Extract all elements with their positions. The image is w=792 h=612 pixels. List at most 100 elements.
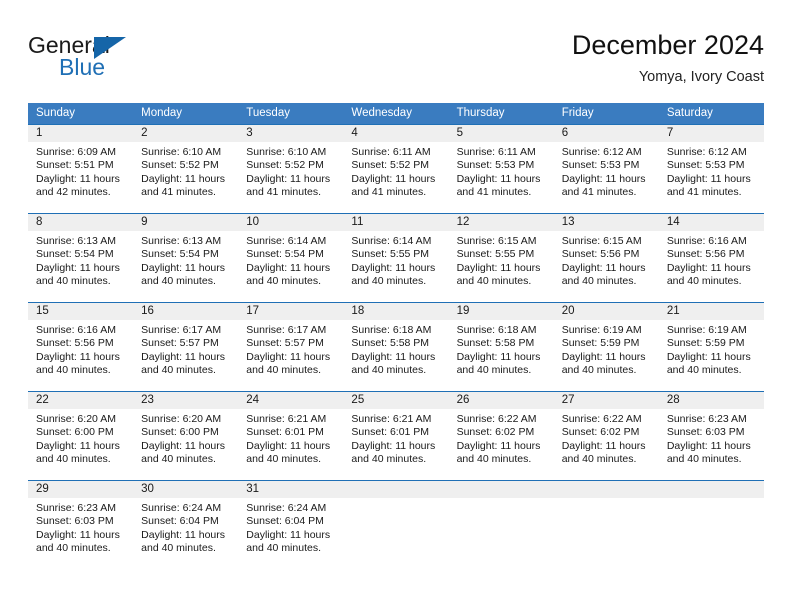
weekday-header-sunday: Sunday: [36, 107, 76, 119]
daylight-text-line1: Daylight: 11 hours: [561, 261, 646, 274]
day-number[interactable]: 8: [28, 214, 133, 231]
day-number[interactable]: 22: [28, 392, 133, 409]
day-cell[interactable]: Sunrise: 6:18 AM Sunset: 5:58 PM Dayligh…: [449, 320, 554, 391]
day-cell[interactable]: Sunrise: 6:21 AM Sunset: 6:01 PM Dayligh…: [238, 409, 343, 480]
day-cell[interactable]: Sunrise: 6:24 AM Sunset: 6:04 PM Dayligh…: [133, 498, 238, 569]
day-number[interactable]: 24: [238, 392, 343, 409]
day-number[interactable]: 26: [449, 392, 554, 409]
day-number[interactable]: 14: [659, 214, 764, 231]
daylight-text-line1: Daylight: 11 hours: [36, 439, 120, 452]
daylight-text-line2: and 40 minutes.: [666, 364, 742, 377]
day-cell[interactable]: Sunrise: 6:20 AM Sunset: 6:00 PM Dayligh…: [133, 409, 238, 480]
day-cell[interactable]: Sunrise: 6:09 AM Sunset: 5:51 PM Dayligh…: [28, 142, 133, 213]
daylight-text-line1: Daylight: 11 hours: [561, 439, 646, 452]
day-number[interactable]: 31: [238, 481, 343, 498]
daylight-text-line2: and 40 minutes.: [456, 364, 532, 377]
day-number[interactable]: 29: [28, 481, 133, 498]
day-number[interactable]: 3: [238, 125, 343, 142]
day-number[interactable]: 28: [659, 392, 764, 409]
day-number[interactable]: 7: [659, 125, 764, 142]
day-number-empty: [659, 481, 764, 498]
day-number[interactable]: 19: [449, 303, 554, 320]
day-cell[interactable]: Sunrise: 6:23 AM Sunset: 6:03 PM Dayligh…: [659, 409, 764, 480]
daylight-text-line2: and 40 minutes.: [561, 453, 637, 466]
daylight-text-line2: and 40 minutes.: [246, 453, 321, 466]
day-cell-empty: [659, 498, 764, 569]
weekday-header-saturday: Saturday: [666, 107, 713, 119]
day-number[interactable]: 16: [133, 303, 238, 320]
day-cell[interactable]: Sunrise: 6:17 AM Sunset: 5:57 PM Dayligh…: [133, 320, 238, 391]
day-cell[interactable]: Sunrise: 6:22 AM Sunset: 6:02 PM Dayligh…: [449, 409, 554, 480]
day-cell[interactable]: Sunrise: 6:12 AM Sunset: 5:53 PM Dayligh…: [554, 142, 659, 213]
day-number[interactable]: 11: [343, 214, 448, 231]
day-number[interactable]: 5: [449, 125, 554, 142]
day-cell[interactable]: Sunrise: 6:24 AM Sunset: 6:04 PM Dayligh…: [238, 498, 343, 569]
day-cell[interactable]: Sunrise: 6:13 AM Sunset: 5:54 PM Dayligh…: [133, 231, 238, 302]
sunrise-text: Sunrise: 6:18 AM: [456, 324, 537, 336]
day-number[interactable]: 12: [449, 214, 554, 231]
day-number[interactable]: 23: [133, 392, 238, 409]
day-number[interactable]: 15: [28, 303, 133, 320]
day-number[interactable]: 1: [28, 125, 133, 142]
sunrise-text: Sunrise: 6:16 AM: [666, 235, 747, 247]
day-cell[interactable]: Sunrise: 6:17 AM Sunset: 5:57 PM Dayligh…: [238, 320, 343, 391]
day-cell[interactable]: Sunrise: 6:19 AM Sunset: 5:59 PM Dayligh…: [659, 320, 764, 391]
daylight-text-line1: Daylight: 11 hours: [36, 172, 120, 185]
day-cell[interactable]: Sunrise: 6:10 AM Sunset: 5:52 PM Dayligh…: [133, 142, 238, 213]
day-cell[interactable]: Sunrise: 6:12 AM Sunset: 5:53 PM Dayligh…: [659, 142, 764, 213]
day-number[interactable]: 25: [343, 392, 448, 409]
day-number[interactable]: 20: [554, 303, 659, 320]
day-number[interactable]: 21: [659, 303, 764, 320]
day-number[interactable]: 30: [133, 481, 238, 498]
day-cell[interactable]: Sunrise: 6:19 AM Sunset: 5:59 PM Dayligh…: [554, 320, 659, 391]
sunrise-text: Sunrise: 6:15 AM: [456, 235, 537, 247]
sunrise-text: Sunrise: 6:17 AM: [141, 324, 222, 336]
day-number[interactable]: 17: [238, 303, 343, 320]
day-cell[interactable]: Sunrise: 6:20 AM Sunset: 6:00 PM Dayligh…: [28, 409, 133, 480]
sunset-text: Sunset: 5:56 PM: [561, 248, 640, 261]
calendar-grid: Sunday Monday Tuesday Wednesday Thursday…: [28, 103, 764, 569]
day-number[interactable]: 6: [554, 125, 659, 142]
day-cell[interactable]: Sunrise: 6:23 AM Sunset: 6:03 PM Dayligh…: [28, 498, 133, 569]
day-cell[interactable]: Sunrise: 6:11 AM Sunset: 5:53 PM Dayligh…: [449, 142, 554, 213]
day-cell[interactable]: Sunrise: 6:14 AM Sunset: 5:54 PM Dayligh…: [238, 231, 343, 302]
day-number[interactable]: 13: [554, 214, 659, 231]
day-cell[interactable]: Sunrise: 6:13 AM Sunset: 5:54 PM Dayligh…: [28, 231, 133, 302]
week-row: 22 23 24 25 26 27 28 Sunrise: 6:20 AM Su…: [28, 391, 764, 480]
day-cell[interactable]: Sunrise: 6:10 AM Sunset: 5:52 PM Dayligh…: [238, 142, 343, 213]
daylight-text-line1: Daylight: 11 hours: [351, 350, 436, 363]
day-number[interactable]: 10: [238, 214, 343, 231]
sunrise-text: Sunrise: 6:10 AM: [141, 146, 222, 158]
day-cell[interactable]: Sunrise: 6:22 AM Sunset: 6:02 PM Dayligh…: [554, 409, 659, 480]
sunrise-text: Sunrise: 6:11 AM: [456, 146, 536, 158]
day-number-empty: [343, 481, 448, 498]
sunrise-text: Sunrise: 6:13 AM: [36, 235, 116, 247]
day-number[interactable]: 4: [343, 125, 448, 142]
day-number[interactable]: 18: [343, 303, 448, 320]
day-cell[interactable]: Sunrise: 6:15 AM Sunset: 5:56 PM Dayligh…: [554, 231, 659, 302]
weekday-header-thursday: Thursday: [456, 107, 505, 119]
daylight-text-line1: Daylight: 11 hours: [666, 439, 751, 452]
day-cell[interactable]: Sunrise: 6:16 AM Sunset: 5:56 PM Dayligh…: [28, 320, 133, 391]
daylight-text-line1: Daylight: 11 hours: [36, 350, 120, 363]
sunrise-text: Sunrise: 6:21 AM: [351, 413, 432, 425]
sunset-text: Sunset: 5:53 PM: [666, 159, 745, 172]
daylight-text-line1: Daylight: 11 hours: [456, 172, 541, 185]
day-cell[interactable]: Sunrise: 6:11 AM Sunset: 5:52 PM Dayligh…: [343, 142, 448, 213]
day-number[interactable]: 27: [554, 392, 659, 409]
day-detail-band: Sunrise: 6:23 AM Sunset: 6:03 PM Dayligh…: [28, 498, 764, 569]
day-cell[interactable]: Sunrise: 6:15 AM Sunset: 5:55 PM Dayligh…: [449, 231, 554, 302]
brand-logo[interactable]: General Blue: [28, 32, 168, 84]
daylight-text-line1: Daylight: 11 hours: [561, 350, 646, 363]
sunrise-text: Sunrise: 6:23 AM: [666, 413, 747, 425]
sunset-text: Sunset: 5:54 PM: [141, 248, 219, 261]
day-cell[interactable]: Sunrise: 6:16 AM Sunset: 5:56 PM Dayligh…: [659, 231, 764, 302]
day-cell[interactable]: Sunrise: 6:14 AM Sunset: 5:55 PM Dayligh…: [343, 231, 448, 302]
sunrise-text: Sunrise: 6:20 AM: [36, 413, 116, 425]
day-number[interactable]: 9: [133, 214, 238, 231]
day-cell[interactable]: Sunrise: 6:21 AM Sunset: 6:01 PM Dayligh…: [343, 409, 448, 480]
week-row: 8 9 10 11 12 13 14 Sunrise: 6:13 AM Suns…: [28, 213, 764, 302]
sunset-text: Sunset: 6:01 PM: [246, 426, 324, 439]
day-cell[interactable]: Sunrise: 6:18 AM Sunset: 5:58 PM Dayligh…: [343, 320, 448, 391]
day-number[interactable]: 2: [133, 125, 238, 142]
